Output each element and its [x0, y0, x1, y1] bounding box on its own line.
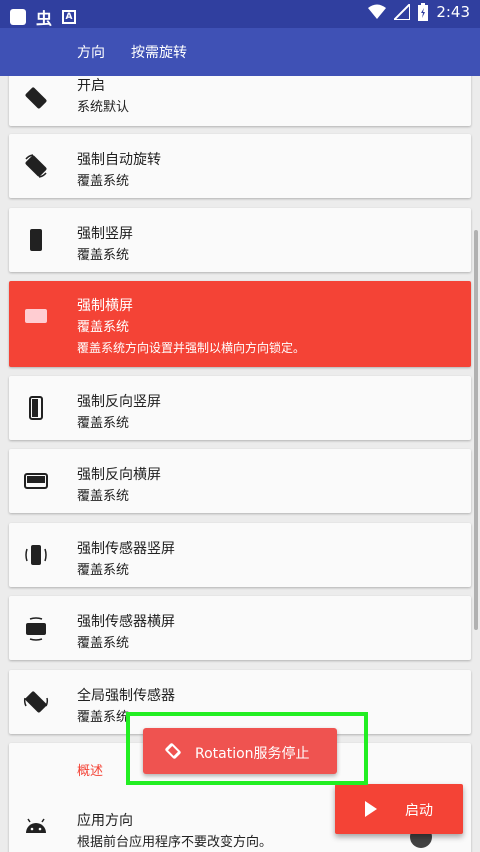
- start-button-label: 启动: [405, 803, 433, 819]
- item-title: 强制横屏: [77, 298, 133, 314]
- scrollbar[interactable]: [474, 230, 478, 630]
- item-subtitle: 覆盖系统: [77, 320, 130, 335]
- tab-orientation[interactable]: 方向: [77, 42, 105, 62]
- item-title: 应用方向: [77, 813, 133, 829]
- battery-icon: [418, 3, 429, 21]
- status-bar: 虫 A 2:43: [0, 0, 480, 28]
- toolbar: 方向 按需旋转: [0, 28, 480, 76]
- android-icon: [26, 818, 46, 833]
- item-description: 覆盖系统方向设置并强制以横向方向锁定。: [77, 341, 306, 355]
- global-sensor-icon: [23, 691, 49, 713]
- item-title: 强制竖屏: [77, 226, 133, 242]
- item-subtitle: 根据前台应用程序不要改变方向。: [77, 835, 273, 850]
- item-subtitle: 覆盖系统: [77, 248, 130, 263]
- start-button[interactable]: 启动: [335, 784, 463, 834]
- sensor-landscape-icon: [26, 617, 46, 641]
- signal-icon: [394, 4, 411, 20]
- a-icon: A: [62, 10, 77, 24]
- square-icon: [10, 9, 26, 25]
- item-title: 强制自动旋转: [77, 152, 161, 168]
- item-subtitle: 覆盖系统: [77, 174, 130, 189]
- item-subtitle: 系统默认: [77, 100, 130, 115]
- highlight-box: [126, 712, 368, 785]
- list-item-force-landscape[interactable]: 强制横屏 覆盖系统 覆盖系统方向设置并强制以横向方向锁定。: [9, 281, 471, 367]
- item-title: 强制传感器竖屏: [77, 541, 175, 557]
- item-title: 全局强制传感器: [77, 688, 175, 704]
- list-item-force-auto-rotate[interactable]: 强制自动旋转 覆盖系统: [9, 134, 471, 198]
- list-item-force-sensor-portrait[interactable]: 强制传感器竖屏 覆盖系统: [9, 523, 471, 587]
- item-subtitle: 覆盖系统: [77, 416, 130, 431]
- play-icon: [365, 801, 377, 817]
- item-subtitle: 覆盖系统: [77, 489, 130, 504]
- sensor-portrait-icon: [25, 545, 47, 565]
- list-item-force-portrait[interactable]: 强制竖屏 覆盖系统: [9, 208, 471, 272]
- landscape-icon: [25, 309, 47, 323]
- item-subtitle: 覆盖系统: [77, 563, 130, 578]
- section-label: 概述: [77, 764, 104, 779]
- item-title: 强制反向横屏: [77, 467, 161, 483]
- item-title: 开启: [77, 78, 105, 94]
- reverse-portrait-icon: [29, 396, 43, 420]
- list-item-force-reverse-portrait[interactable]: 强制反向竖屏 覆盖系统: [9, 376, 471, 440]
- item-subtitle: 覆盖系统: [77, 710, 130, 725]
- status-time: 2:43: [436, 3, 470, 21]
- item-title: 强制反向竖屏: [77, 394, 161, 410]
- list-item-default[interactable]: 开启 系统默认: [9, 76, 471, 126]
- item-title: 强制传感器横屏: [77, 614, 175, 630]
- list-item-force-reverse-landscape[interactable]: 强制反向横屏 覆盖系统: [9, 449, 471, 513]
- reverse-landscape-icon: [24, 473, 48, 489]
- wifi-icon: [368, 4, 387, 19]
- bug-icon: 虫: [36, 9, 53, 28]
- tab-on-demand-rotation[interactable]: 按需旋转: [131, 42, 187, 62]
- auto-rotate-icon: [25, 154, 47, 178]
- item-subtitle: 覆盖系统: [77, 636, 130, 651]
- portrait-icon: [30, 229, 42, 251]
- list-item-force-sensor-landscape[interactable]: 强制传感器横屏 覆盖系统: [9, 596, 471, 660]
- rotate-default-icon: [25, 87, 47, 109]
